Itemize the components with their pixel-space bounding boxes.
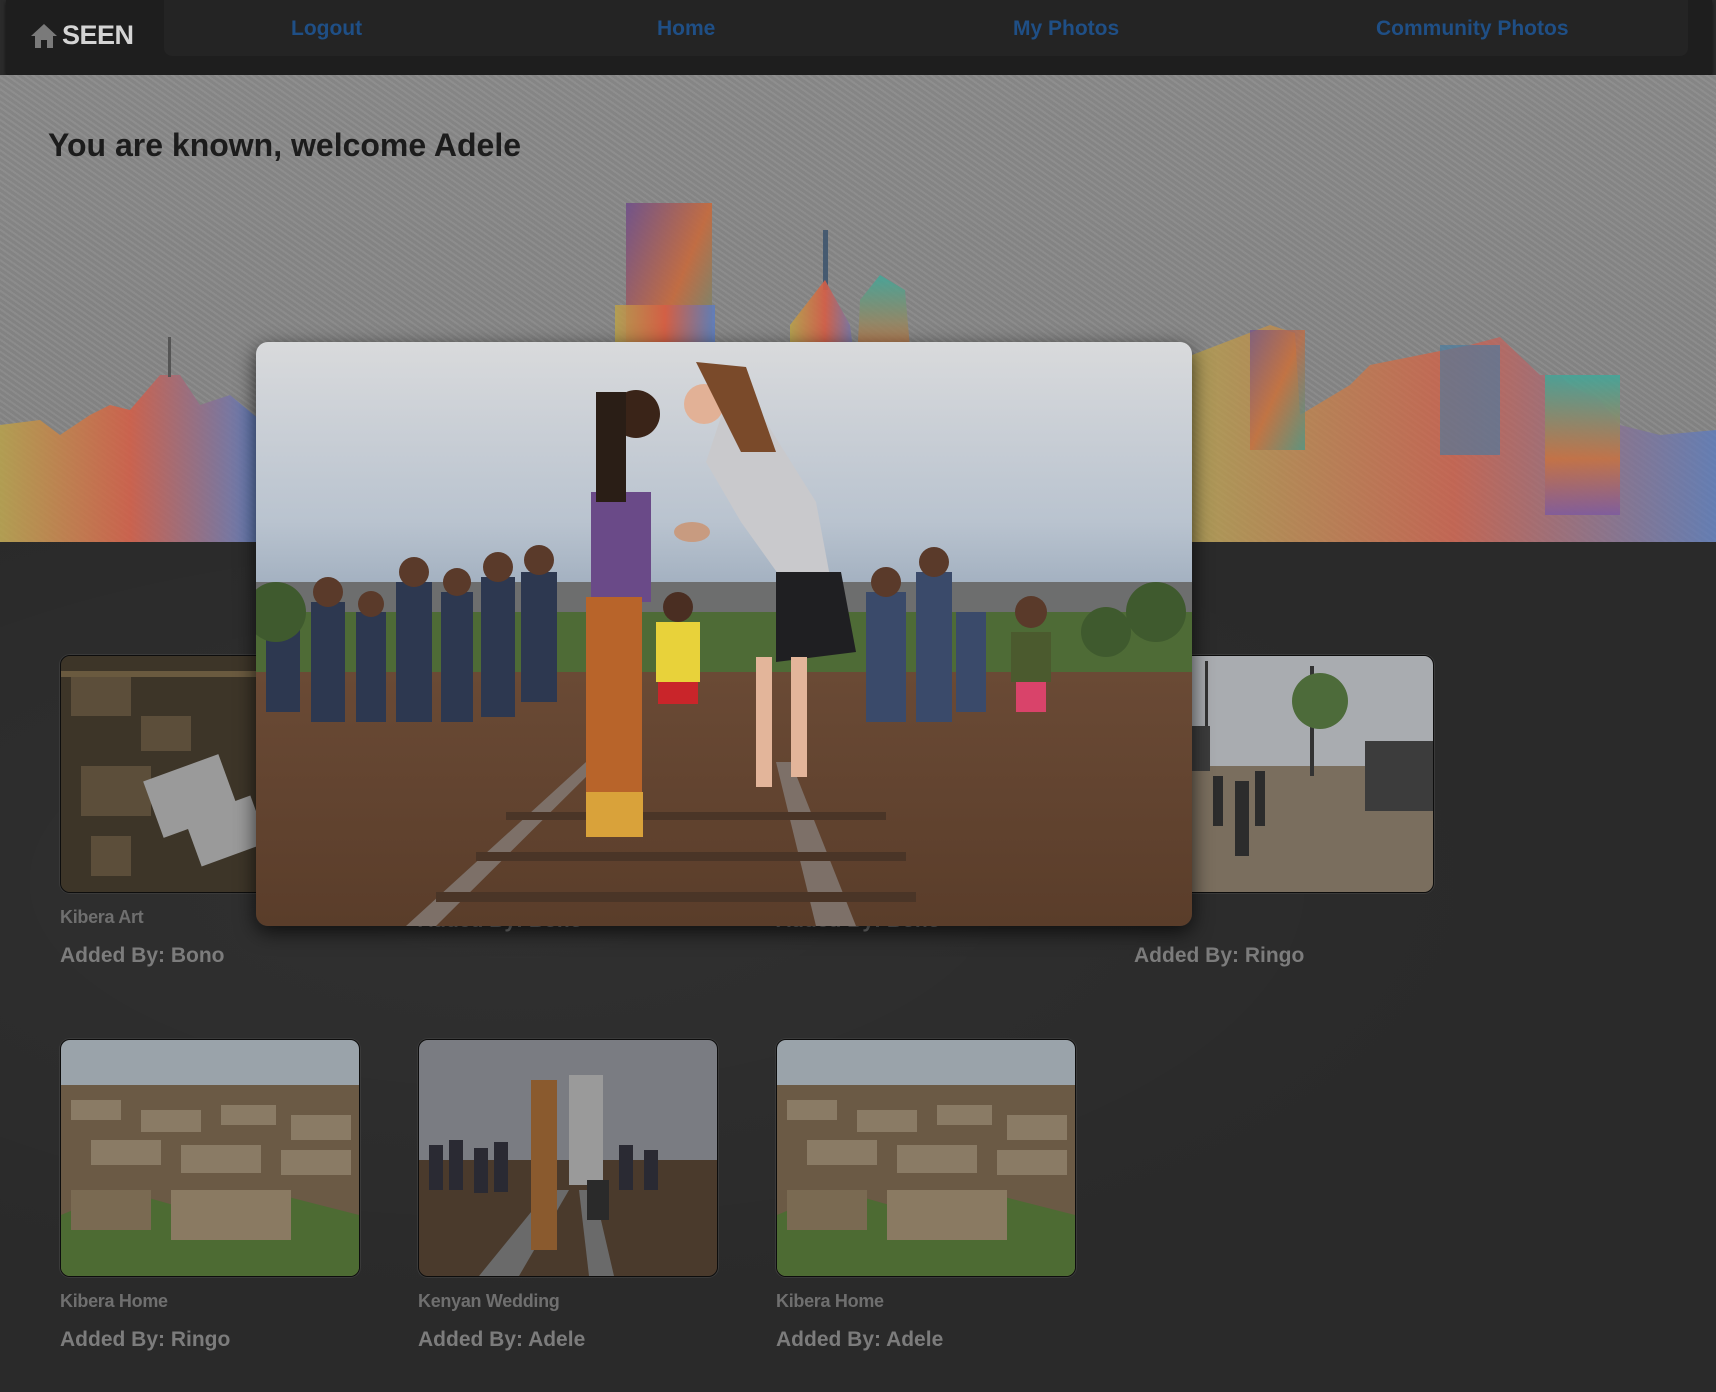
photo-added-by: Added By: Adele [776, 1328, 944, 1351]
photo-added-by: Added By: Ringo [1134, 944, 1305, 967]
community-photos-link[interactable]: Community Photos [1376, 17, 1569, 41]
photo-card[interactable]: Kenyan Wedding Added By: Adele [418, 1039, 718, 1352]
photo-added-by: Added By: Ringo [60, 1328, 231, 1351]
photo-thumbnail[interactable] [60, 1039, 360, 1277]
photo-card[interactable]: Kibera Home Added By: Adele [776, 1039, 1076, 1352]
my-photos-link[interactable]: My Photos [1013, 17, 1119, 41]
top-navbar: SEEN Logout Home My Photos Community Pho… [6, 0, 1712, 75]
photo-card[interactable]: Kibera Home Added By: Ringo [60, 1039, 360, 1352]
logout-link[interactable]: Logout [291, 17, 362, 41]
photo-lightbox[interactable] [256, 342, 1192, 926]
brand-home-link[interactable]: SEEN [30, 20, 134, 51]
home-link[interactable]: Home [657, 17, 715, 41]
welcome-heading: You are known, welcome Adele [48, 127, 522, 163]
photo-thumbnail[interactable] [776, 1039, 1076, 1277]
enlarged-photo [256, 342, 1192, 926]
photo-thumbnail[interactable] [418, 1039, 718, 1277]
photo-added-by: Added By: Adele [418, 1328, 586, 1351]
photo-added-by: Added By: Bono [60, 944, 225, 967]
photo-title: Kibera Home [60, 1291, 168, 1311]
home-icon [31, 23, 57, 48]
photo-title: Kibera Home [776, 1291, 884, 1311]
photo-title: Kenyan Wedding [418, 1291, 560, 1311]
brand-name: SEEN [62, 20, 134, 50]
